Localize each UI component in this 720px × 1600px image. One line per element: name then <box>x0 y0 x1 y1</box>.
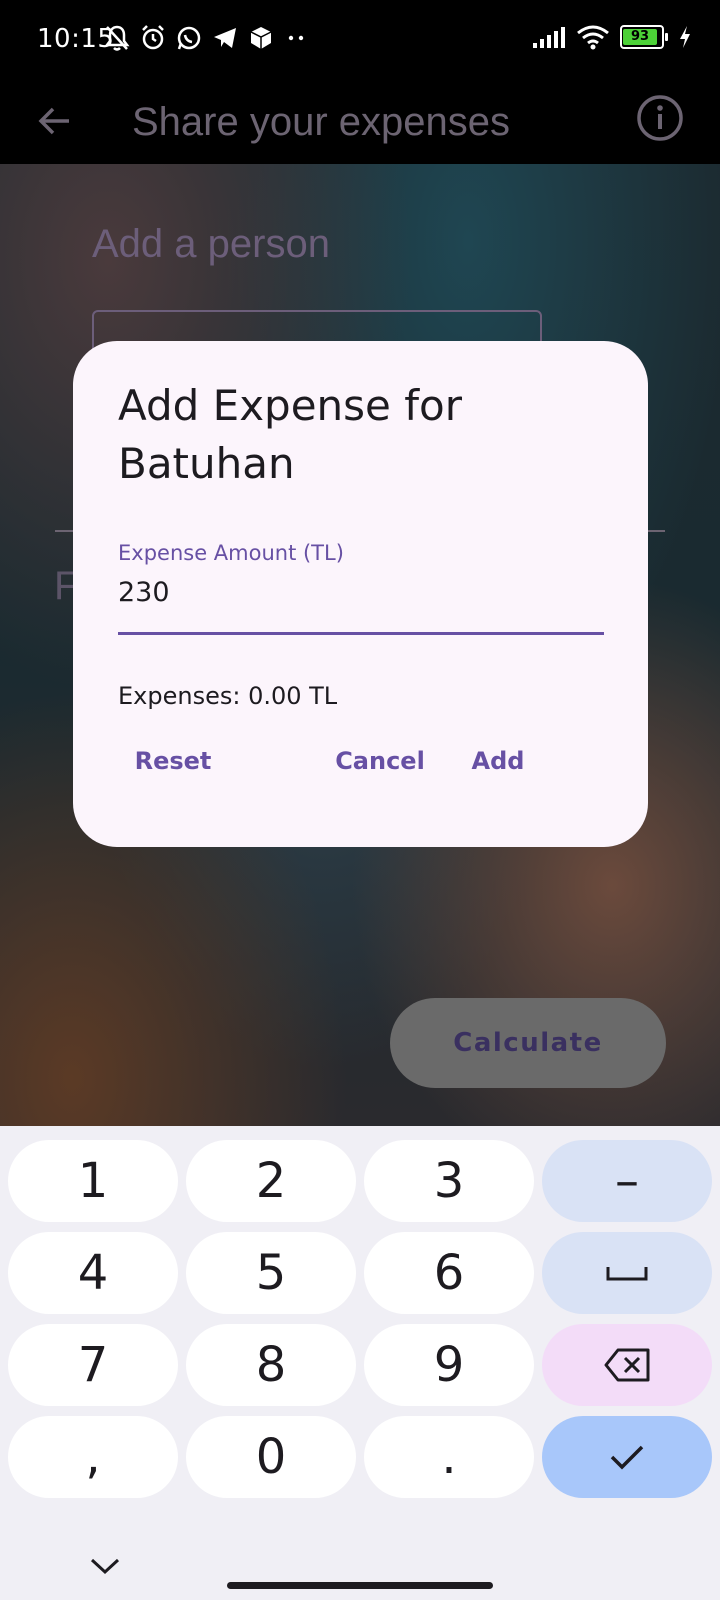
wifi-icon <box>577 25 609 50</box>
app-bar: Share your expenses <box>0 80 720 164</box>
keyboard-collapse-button[interactable] <box>80 1546 130 1586</box>
dialog-title: Add Expense for Batuhan <box>118 381 462 488</box>
key-enter[interactable] <box>542 1416 712 1498</box>
numeric-keyboard: 1 2 3 – 4 5 6 7 8 9 , 0 . <box>0 1126 720 1600</box>
key-backspace[interactable] <box>542 1324 712 1406</box>
info-button[interactable] <box>632 90 688 146</box>
telegram-icon <box>214 28 236 48</box>
add-button[interactable]: Add <box>458 736 538 786</box>
expenses-summary: Expenses: 0.00 TL <box>118 682 338 710</box>
battery-indicator: 93 <box>620 25 668 49</box>
backspace-icon <box>604 1348 650 1382</box>
key-3[interactable]: 3 <box>364 1140 534 1222</box>
whatsapp-icon <box>177 26 201 50</box>
package-icon <box>250 27 272 49</box>
battery-level: 93 <box>623 29 657 45</box>
notification-icons <box>104 24 308 52</box>
expense-amount-input[interactable]: 230 <box>118 577 170 608</box>
expense-amount-underline <box>118 632 604 635</box>
key-7[interactable]: 7 <box>8 1324 178 1406</box>
charging-icon <box>680 26 690 48</box>
key-0[interactable]: 0 <box>186 1416 356 1498</box>
system-icons: 93 <box>532 24 692 50</box>
calculate-label: Calculate <box>453 1028 603 1058</box>
expense-amount-label: Expense Amount (TL) <box>118 541 344 565</box>
alarm-icon <box>142 25 164 50</box>
page-title: Share your expenses <box>132 100 511 144</box>
arrow-back-icon <box>38 107 69 135</box>
key-period[interactable]: . <box>364 1416 534 1498</box>
space-icon <box>606 1267 648 1281</box>
key-2[interactable]: 2 <box>186 1140 356 1222</box>
signal-icon <box>533 27 565 48</box>
cancel-button[interactable]: Cancel <box>318 736 442 786</box>
key-minus[interactable]: – <box>542 1140 712 1222</box>
notifications-off-icon <box>104 25 130 51</box>
add-expense-dialog: Add Expense for Batuhan Expense Amount (… <box>73 341 648 847</box>
key-space[interactable] <box>542 1232 712 1314</box>
key-1[interactable]: 1 <box>8 1140 178 1222</box>
add-person-heading: Add a person <box>92 222 330 266</box>
status-time: 10:15 <box>37 24 115 54</box>
key-9[interactable]: 9 <box>364 1324 534 1406</box>
calculate-button: Calculate <box>390 998 666 1088</box>
reset-button[interactable]: Reset <box>118 736 228 786</box>
key-8[interactable]: 8 <box>186 1324 356 1406</box>
more-notifications-icon <box>288 35 304 41</box>
key-4[interactable]: 4 <box>8 1232 178 1314</box>
check-icon <box>610 1445 644 1470</box>
chevron-down-icon <box>90 1558 120 1575</box>
key-6[interactable]: 6 <box>364 1232 534 1314</box>
status-bar: 10:15 93 <box>0 0 720 80</box>
info-icon <box>637 95 683 141</box>
key-comma[interactable]: , <box>8 1416 178 1498</box>
key-5[interactable]: 5 <box>186 1232 356 1314</box>
back-button[interactable] <box>30 96 80 146</box>
navigation-handle[interactable] <box>227 1582 493 1589</box>
